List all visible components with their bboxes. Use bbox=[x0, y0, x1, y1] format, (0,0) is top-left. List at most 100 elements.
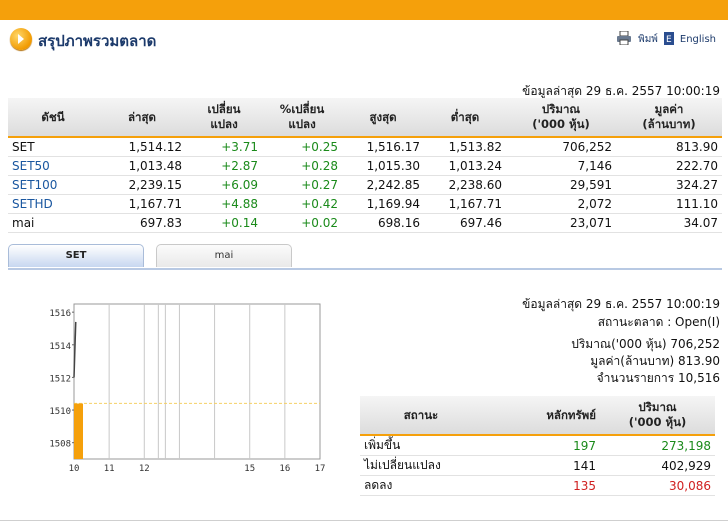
index-high-cell: 1,015.30 bbox=[342, 156, 424, 176]
market-col-header: ล่าสุด bbox=[98, 98, 186, 138]
summary-volume-cell: 30,086 bbox=[600, 475, 715, 496]
index-last-cell: 1,013.48 bbox=[98, 156, 186, 176]
chart-y-tick-label: 1516 bbox=[49, 309, 71, 319]
tab-set[interactable]: SET bbox=[8, 244, 144, 267]
summary-status-cell: ลดลง bbox=[360, 475, 482, 496]
index-volume-cell: 706,252 bbox=[506, 137, 616, 157]
summary-col-header: สถานะ bbox=[360, 396, 482, 436]
index-value-cell: 34.07 bbox=[616, 213, 722, 233]
index-low-cell: 1,167.71 bbox=[424, 194, 506, 214]
index-row: SET50 1,013.48 +2.87 +0.28 1,015.30 1,013.24 7… bbox=[8, 156, 722, 176]
market-col-header: ต่ำสุด bbox=[424, 98, 506, 138]
market-col-header: ดัชนี bbox=[8, 98, 98, 138]
index-volume-cell: 2,072 bbox=[506, 194, 616, 214]
index-high-cell: 2,242.85 bbox=[342, 175, 424, 195]
chart-x-tick-label: 11 bbox=[104, 464, 115, 474]
market-volume: ปริมาณ('000 หุ้น) 706,252 bbox=[571, 337, 720, 351]
index-row: SETHD 1,167.71 +4.88 +0.42 1,169.94 1,167.71 2… bbox=[8, 194, 722, 214]
index-row: mai 697.83 +0.14 +0.02 698.16 697.46 23,071 34.… bbox=[8, 213, 722, 233]
tab-mai[interactable]: mai bbox=[156, 244, 292, 267]
index-row: SET100 2,239.15 +6.09 +0.27 2,242.85 2,238.60… bbox=[8, 175, 722, 195]
index-name-cell: mai bbox=[8, 213, 98, 233]
summary-securities-cell: 141 bbox=[482, 455, 600, 476]
index-change-cell: +4.88 bbox=[186, 194, 262, 214]
english-flag-icon[interactable]: E bbox=[663, 31, 674, 48]
index-last-cell: 2,239.15 bbox=[98, 175, 186, 195]
index-name-cell: SET bbox=[8, 137, 98, 157]
chart-plot-area bbox=[73, 303, 321, 460]
advance-decline-table: สถานะ หลักทรัพย์ ปริมาณ ('000 หุ้น) เพิ่มขึ… bbox=[360, 396, 715, 496]
index-last-cell: 1,514.12 bbox=[98, 137, 186, 157]
summary-volume-cell: 402,929 bbox=[600, 455, 715, 476]
printer-icon[interactable] bbox=[616, 30, 632, 48]
chart-area-bar bbox=[74, 403, 83, 459]
index-low-cell: 697.46 bbox=[424, 213, 506, 233]
summary-volume-cell: 273,198 bbox=[600, 435, 715, 456]
index-name-cell[interactable]: SET100 bbox=[8, 175, 98, 195]
index-change-cell: +3.71 bbox=[186, 137, 262, 157]
index-change-cell: +0.14 bbox=[186, 213, 262, 233]
english-link[interactable]: English bbox=[680, 34, 716, 45]
summary-row: เพิ่มขึ้น 197 273,198 bbox=[360, 435, 715, 456]
index-last-cell: 1,167.71 bbox=[98, 194, 186, 214]
index-change-cell: +2.87 bbox=[186, 156, 262, 176]
summary-securities-cell: 135 bbox=[482, 475, 600, 496]
index-low-cell: 1,013.24 bbox=[424, 156, 506, 176]
market-status: สถานะตลาด : Open(I) bbox=[597, 315, 720, 329]
index-volume-cell: 7,146 bbox=[506, 156, 616, 176]
summary-row: ลดลง 135 30,086 bbox=[360, 475, 715, 496]
title-bar: สรุปภาพรวมตลาด พิมพ์ E English bbox=[8, 26, 722, 54]
index-value-cell: 813.90 bbox=[616, 137, 722, 157]
arrow-bullet-icon bbox=[10, 28, 32, 50]
index-last-cell: 697.83 bbox=[98, 213, 186, 233]
market-value: มูลค่า(ล้านบาท) 813.90 bbox=[590, 354, 720, 368]
index-volume-cell: 29,591 bbox=[506, 175, 616, 195]
index-name-cell[interactable]: SET50 bbox=[8, 156, 98, 176]
market-col-header: เปลี่ยน แปลง bbox=[186, 98, 262, 138]
index-pct-cell: +0.25 bbox=[262, 137, 342, 157]
market-col-header: สูงสุด bbox=[342, 98, 424, 138]
index-low-cell: 2,238.60 bbox=[424, 175, 506, 195]
index-low-cell: 1,513.82 bbox=[424, 137, 506, 157]
print-link[interactable]: พิมพ์ bbox=[638, 32, 658, 47]
index-volume-cell: 23,071 bbox=[506, 213, 616, 233]
index-pct-cell: +0.02 bbox=[262, 213, 342, 233]
market-col-header: ปริมาณ ('000 หุ้น) bbox=[506, 98, 616, 138]
index-name-cell[interactable]: SETHD bbox=[8, 194, 98, 214]
chart-x-tick-label: 16 bbox=[279, 464, 290, 474]
summary-col-header: ปริมาณ ('000 หุ้น) bbox=[600, 396, 715, 436]
page-title: สรุปภาพรวมตลาด bbox=[38, 32, 157, 50]
index-value-cell: 111.10 bbox=[616, 194, 722, 214]
index-row: SET 1,514.12 +3.71 +0.25 1,516.17 1,513.82 706… bbox=[8, 137, 722, 157]
market-transactions: จำนวนรายการ 10,516 bbox=[596, 371, 720, 385]
chart-y-tick-label: 1512 bbox=[49, 374, 71, 384]
chart-x-tick-label: 10 bbox=[69, 464, 80, 474]
bottom-divider bbox=[0, 520, 728, 521]
summary-row: ไม่เปลี่ยนแปลง 141 402,929 bbox=[360, 455, 715, 476]
side-timestamp: ข้อมูลล่าสุด 29 ธ.ค. 2557 10:00:19 bbox=[522, 297, 720, 311]
chart-x-tick-label: 17 bbox=[315, 464, 326, 474]
top-accent-bar bbox=[0, 0, 728, 20]
index-high-cell: 698.16 bbox=[342, 213, 424, 233]
summary-status-cell: เพิ่มขึ้น bbox=[360, 435, 482, 456]
index-value-cell: 222.70 bbox=[616, 156, 722, 176]
toolbar: พิมพ์ E English bbox=[616, 30, 716, 48]
index-value-cell: 324.27 bbox=[616, 175, 722, 195]
index-high-cell: 1,516.17 bbox=[342, 137, 424, 157]
chart-y-tick-label: 1508 bbox=[49, 440, 71, 450]
chart-y-tick-label: 1514 bbox=[49, 342, 71, 352]
svg-text:E: E bbox=[666, 35, 672, 45]
summary-col-header: หลักทรัพย์ bbox=[482, 396, 600, 436]
summary-securities-cell: 197 bbox=[482, 435, 600, 456]
market-col-header: มูลค่า (ล้านบาท) bbox=[616, 98, 722, 138]
chart-x-tick-label: 15 bbox=[244, 464, 255, 474]
intraday-index-chart: 1508151015121514151610 11 12 15 16 17 bbox=[49, 303, 326, 474]
market-col-header: %เปลี่ยน แปลง bbox=[262, 98, 342, 138]
index-high-cell: 1,169.94 bbox=[342, 194, 424, 214]
chart-x-tick-label: 12 bbox=[139, 464, 150, 474]
index-change-cell: +6.09 bbox=[186, 175, 262, 195]
summary-status-cell: ไม่เปลี่ยนแปลง bbox=[360, 455, 482, 476]
index-pct-cell: +0.28 bbox=[262, 156, 342, 176]
market-index-table: ดัชนี ล่าสุด เปลี่ยน แปลง %เปลี่ยน แปลง สูงสุด… bbox=[8, 98, 722, 233]
index-pct-cell: +0.27 bbox=[262, 175, 342, 195]
